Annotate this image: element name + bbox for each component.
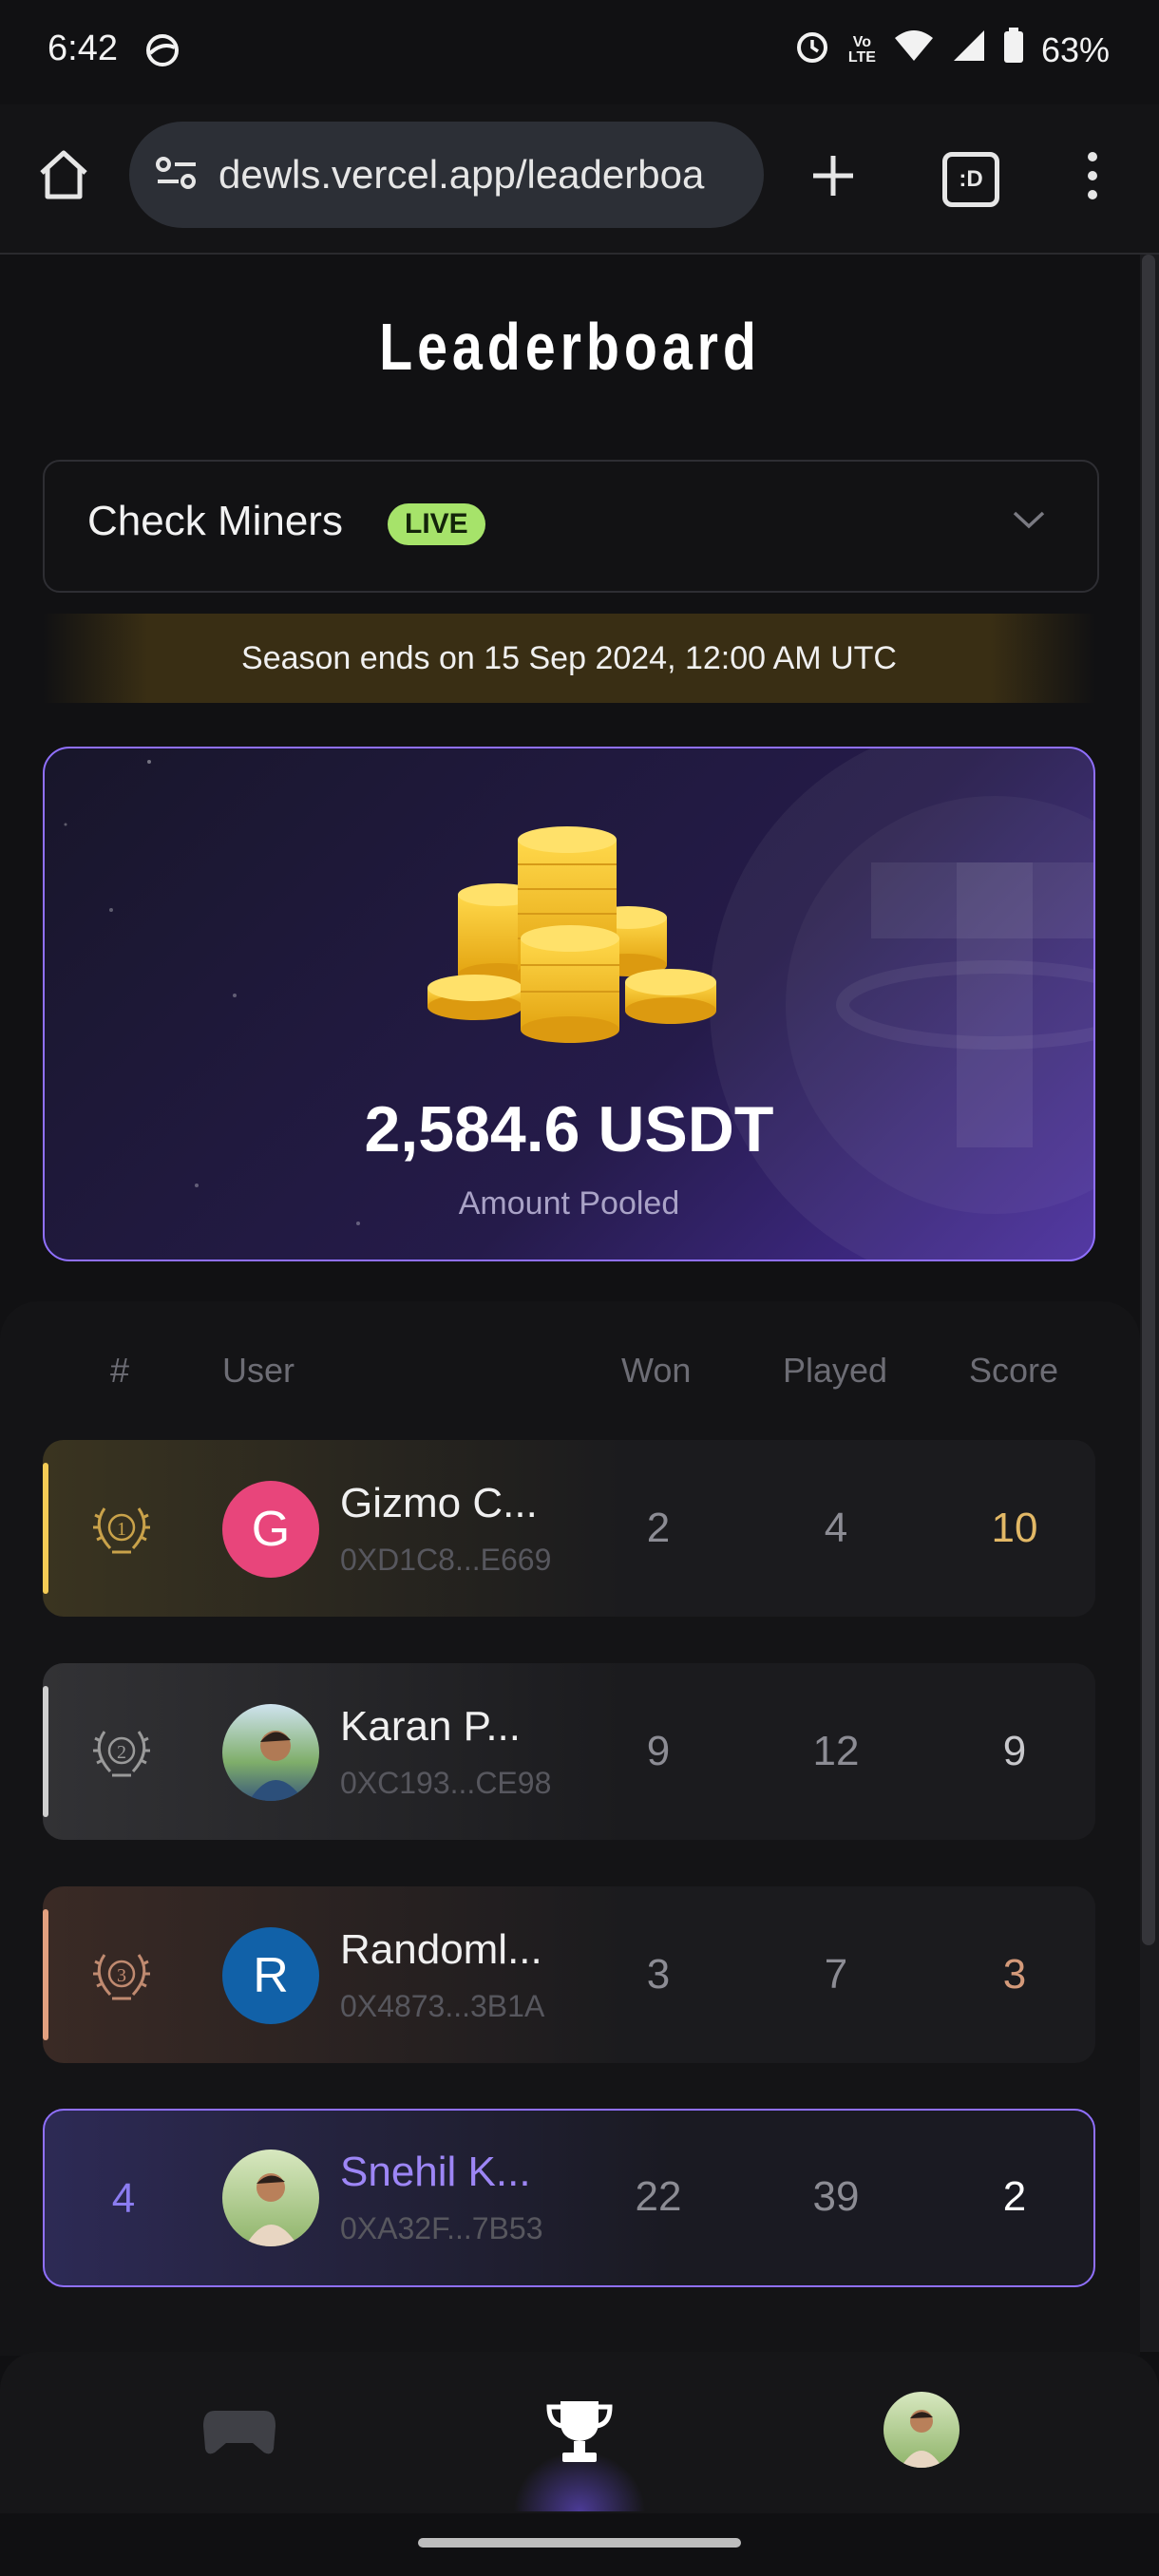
user-address: 0XC193...CE98 <box>340 1766 552 1800</box>
new-tab-icon[interactable] <box>809 152 857 204</box>
avatar: G <box>222 1481 319 1578</box>
home-indicator[interactable] <box>418 2538 741 2548</box>
season-banner: Season ends on 15 Sep 2024, 12:00 AM UTC <box>43 614 1095 703</box>
status-icons: Vo LTE 63% <box>793 27 1110 73</box>
header-won: Won <box>621 1351 692 1390</box>
pool-label: Amount Pooled <box>458 1185 680 1222</box>
won-value: 3 <box>646 1951 671 1998</box>
gamepad-icon[interactable] <box>201 2405 277 2463</box>
url-text[interactable]: dewls.vercel.app/leaderboa <box>218 152 750 198</box>
user-address: 0XA32F...7B53 <box>340 2211 543 2245</box>
user-name: Karan P... <box>340 1703 521 1750</box>
profile-avatar[interactable] <box>884 2392 960 2468</box>
battery-percent: 63% <box>1040 29 1110 69</box>
rank-number: 2 <box>117 1742 126 1763</box>
avatar: R <box>222 1927 319 2024</box>
wifi-icon <box>893 28 935 71</box>
rank-1-laurel-icon: 1 <box>87 1495 156 1568</box>
user-name: Randoml... <box>340 1926 542 1973</box>
chevron-down-icon[interactable] <box>1011 509 1047 537</box>
live-badge: LIVE <box>388 503 485 545</box>
site-settings-icon[interactable] <box>154 154 200 197</box>
score-value: 2 <box>1002 2173 1027 2220</box>
scrollbar-thumb[interactable] <box>1142 255 1155 1945</box>
user-address: 0X4873...3B1A <box>340 1989 545 2023</box>
played-value: 12 <box>812 1728 860 1774</box>
avatar <box>222 1704 319 1801</box>
header-score: Score <box>969 1351 1059 1390</box>
signal-icon <box>952 28 986 71</box>
page-title: Leaderboard <box>379 310 761 384</box>
avatar <box>222 2150 319 2246</box>
score-value: 3 <box>1002 1951 1027 1998</box>
played-value: 39 <box>812 2173 860 2220</box>
played-value: 4 <box>824 1505 848 1551</box>
user-name: Gizmo C... <box>340 1480 538 1526</box>
rank-2-laurel-icon: 2 <box>87 1718 156 1791</box>
won-value: 9 <box>646 1728 671 1774</box>
home-icon[interactable] <box>36 148 91 206</box>
score-value: 9 <box>1002 1728 1027 1774</box>
tab-switcher-button[interactable]: :D <box>942 152 999 207</box>
rank-number: 3 <box>117 1965 126 1986</box>
dropdown-label[interactable]: Check Miners <box>87 498 343 545</box>
won-value: 22 <box>635 2173 682 2220</box>
header-played: Played <box>783 1351 888 1390</box>
rank-number: 1 <box>117 1519 126 1540</box>
coins-icon <box>428 826 722 1059</box>
table-row[interactable] <box>43 1663 1095 1840</box>
table-row[interactable] <box>43 1886 1095 2063</box>
table-row[interactable] <box>43 1440 1095 1617</box>
played-value: 7 <box>824 1951 848 1998</box>
more-menu-icon[interactable] <box>1085 150 1100 206</box>
header-rank: # <box>110 1351 130 1390</box>
rank-3-laurel-icon: 3 <box>87 1941 156 2015</box>
header-user: User <box>222 1351 295 1390</box>
user-address: 0XD1C8...E669 <box>340 1543 552 1577</box>
address-bar[interactable]: dewls.vercel.app/leaderboa <box>129 122 764 228</box>
table-row-current-user[interactable] <box>43 2109 1095 2287</box>
battery-icon <box>1003 28 1024 72</box>
vpn-icon <box>142 30 182 75</box>
won-value: 2 <box>646 1505 671 1551</box>
trophy-icon[interactable] <box>542 2397 618 2471</box>
user-name: Snehil K... <box>340 2149 531 2195</box>
pool-amount: 2,584.6 USDT <box>364 1093 774 1165</box>
status-time: 6:42 <box>48 28 118 68</box>
score-value: 10 <box>991 1505 1038 1551</box>
rank-number: 4 <box>111 2175 136 2222</box>
alarm-icon <box>793 27 831 73</box>
volte-icon: Vo LTE <box>847 33 876 66</box>
